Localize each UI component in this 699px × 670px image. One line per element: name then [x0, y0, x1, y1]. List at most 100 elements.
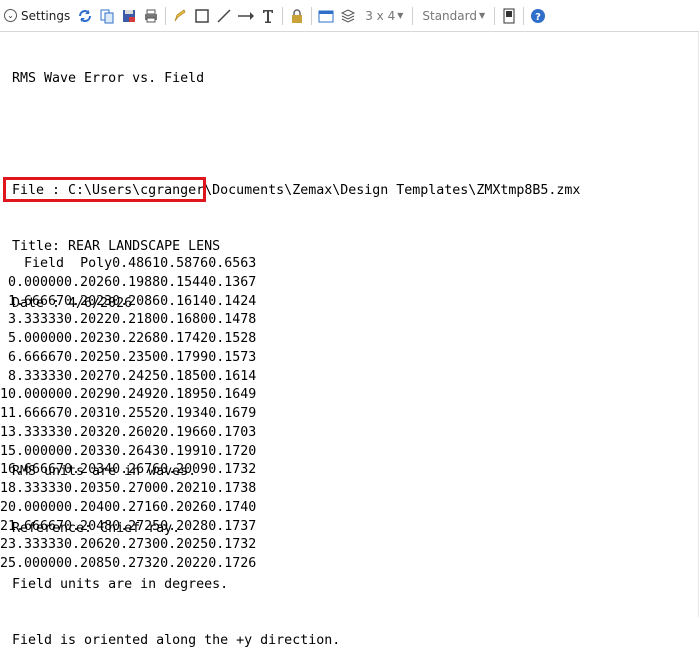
table-cell: 5.00000: [8, 331, 65, 346]
table-row: 6.66667 0.2025 0.2350 0.1799 0.1573: [0, 349, 256, 368]
table-cell: 0.2032: [64, 424, 113, 440]
table-cell: 0.1895: [160, 387, 209, 403]
table-cell: 0.2021: [160, 481, 209, 496]
table-cell: 0.1850: [160, 368, 209, 384]
table-cell: 0.2026: [160, 499, 209, 515]
table-cell: 15.00000: [0, 443, 65, 459]
table-cell: 0.00000: [8, 274, 65, 290]
table-row: 3.33333 0.2022 0.2180 0.1680 0.1478: [0, 311, 256, 330]
table-cell: 0.1732: [208, 537, 257, 553]
table-cell: 0.1732: [208, 462, 257, 478]
window-split-icon[interactable]: [498, 5, 520, 27]
table-cell: 11.66667: [0, 406, 65, 421]
table-cell: 18.33333: [0, 481, 65, 496]
table-cell: 0.1737: [208, 518, 257, 534]
table-cell: 0.2031: [64, 406, 113, 421]
table-cell: 0.2034: [64, 462, 113, 478]
table-cell: 0.1726: [208, 556, 257, 571]
table-cell: 0.1478: [208, 312, 257, 328]
table-cell: 0.1720: [208, 443, 257, 459]
lock-icon[interactable]: [286, 5, 308, 27]
table-body: 0.00000 0.2026 0.1988 0.1544 0.1367 1.66667 0.…: [0, 274, 256, 574]
table-row: 23.33333 0.2062 0.2730 0.2025 0.1732: [0, 536, 256, 555]
table-cell: 0.2040: [64, 499, 113, 515]
table-cell: 0.2180: [112, 312, 161, 328]
toolbar-separator: [412, 6, 414, 25]
table-cell: 0.1614: [160, 293, 209, 309]
save-icon[interactable]: [118, 5, 140, 27]
table-cell: 0.2725: [112, 518, 161, 534]
note-field-orientation: Field is oriented along the +y direction…: [12, 633, 341, 648]
table-cell: 0.1799: [160, 349, 209, 365]
table-cell: 0.2602: [112, 424, 161, 440]
header-wavelength-2: 0.5876: [160, 256, 209, 271]
table-cell: 0.2350: [112, 349, 161, 365]
line-icon[interactable]: [213, 5, 235, 27]
layers-icon[interactable]: [337, 5, 359, 27]
style-dropdown[interactable]: Standard: [416, 9, 479, 23]
svg-text:?: ?: [535, 12, 541, 23]
table-cell: 0.1614: [208, 368, 257, 384]
table-cell: 16.66667: [0, 462, 65, 478]
toolbar: ⌄ Settings 3 x 4 ▼ Standard ▼ ?: [0, 0, 699, 32]
table-cell: 0.1703: [208, 424, 257, 440]
table-cell: 0.2086: [112, 293, 161, 309]
window-icon[interactable]: [315, 5, 337, 27]
arrow-icon[interactable]: [235, 5, 257, 27]
table-cell: 1.66667: [8, 293, 65, 309]
copy-icon[interactable]: [96, 5, 118, 27]
rms-table: Field Poly 0.4861 0.5876 0.6563 0.00000 0…: [0, 255, 256, 574]
table-row: 15.00000 0.2033 0.2643 0.1991 0.1720: [0, 443, 256, 462]
table-cell: 0.2022: [160, 556, 209, 571]
settings-label: Settings: [21, 8, 71, 23]
table-cell: 0.2027: [64, 368, 113, 384]
refresh-icon[interactable]: [74, 5, 96, 27]
table-cell: 25.00000: [0, 556, 65, 571]
chevron-down-icon[interactable]: ▼: [479, 11, 491, 20]
table-cell: 0.2062: [64, 537, 113, 553]
table-cell: 0.2492: [112, 387, 161, 403]
toolbar-separator: [494, 6, 496, 25]
settings-button[interactable]: ⌄ Settings: [2, 5, 74, 27]
print-icon[interactable]: [140, 5, 162, 27]
table-cell: 0.2268: [112, 331, 161, 346]
chevron-down-icon[interactable]: ▼: [397, 11, 409, 20]
table-cell: 21.66667: [0, 518, 65, 534]
pencil-icon[interactable]: [169, 5, 191, 27]
toolbar-separator: [165, 6, 167, 25]
table-cell: 13.33333: [0, 424, 65, 440]
table-cell: 6.66667: [8, 349, 65, 365]
table-cell: 8.33333: [8, 368, 65, 384]
table-row: 5.00000 0.2023 0.2268 0.1742 0.1528: [0, 330, 256, 349]
table-cell: 0.2023: [64, 331, 113, 346]
table-cell: 0.2033: [64, 443, 113, 459]
table-row: 10.00000 0.2029 0.2492 0.1895 0.1649: [0, 386, 256, 405]
table-cell: 0.2022: [64, 312, 113, 328]
report-title: RMS Wave Error vs. Field: [12, 70, 205, 86]
table-row: 16.66667 0.2034 0.2676 0.2009 0.1732: [0, 461, 256, 480]
table-cell: 0.1742: [160, 331, 209, 346]
header-wavelength-1: 0.4861: [112, 256, 161, 271]
note-field-units: Field units are in degrees.: [12, 576, 229, 592]
table-cell: 0.1988: [112, 274, 161, 290]
rectangle-icon[interactable]: [191, 5, 213, 27]
table-cell: 0.1738: [208, 481, 257, 496]
header-poly: Poly: [80, 256, 113, 271]
toolbar-separator: [523, 6, 525, 25]
text-icon[interactable]: [257, 5, 279, 27]
table-row: 8.33333 0.2027 0.2425 0.1850 0.1614: [0, 368, 256, 387]
header-wavelength-3: 0.6563: [208, 256, 257, 271]
table-cell: 0.1544: [160, 274, 209, 290]
table-cell: 0.2716: [112, 499, 161, 515]
table-row: 20.00000 0.2040 0.2716 0.2026 0.1740: [0, 499, 256, 518]
table-cell: 0.2643: [112, 443, 161, 459]
table-row: 13.33333 0.2032 0.2602 0.1966 0.1703: [0, 424, 256, 443]
table-cell: 0.2025: [160, 537, 209, 553]
help-icon[interactable]: ?: [527, 5, 549, 27]
table-cell: 0.1367: [208, 274, 257, 290]
table-cell: 0.2009: [160, 462, 209, 478]
table-cell: 0.2552: [112, 406, 161, 421]
layout-dropdown[interactable]: 3 x 4: [359, 9, 397, 23]
table-cell: 0.1528: [208, 331, 257, 346]
table-cell: 0.1740: [208, 499, 257, 515]
